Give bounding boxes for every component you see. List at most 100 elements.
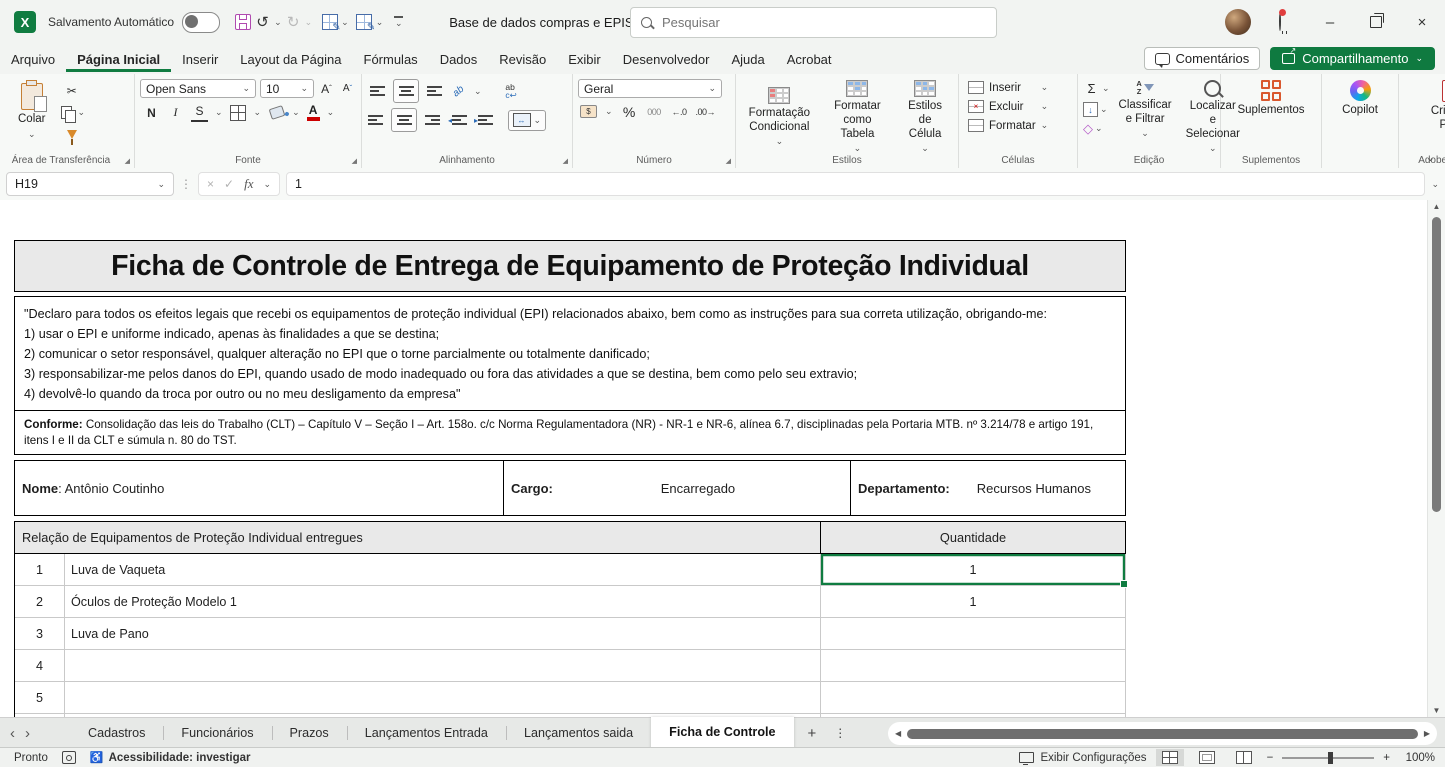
tab-layout-da-pagina[interactable]: Layout da Página (229, 47, 352, 72)
fill-color-button[interactable] (268, 104, 285, 121)
search-box[interactable] (630, 7, 997, 38)
formula-input[interactable]: 1 (286, 172, 1425, 196)
percent-button[interactable]: % (621, 103, 638, 120)
fx-chevron[interactable]: ⌄ (263, 180, 271, 189)
conforme-block[interactable]: Conforme: Consolidação das leis do Traba… (14, 411, 1126, 455)
item-cell[interactable]: Óculos de Proteção Modelo 1 (65, 586, 821, 617)
close-button[interactable]: × (1399, 0, 1445, 44)
sheet-tab-lancamentos-saida[interactable]: Lançamentos saida (506, 718, 651, 748)
copy-button[interactable] (58, 104, 75, 121)
align-top-button[interactable] (369, 83, 386, 100)
font-color-chevron[interactable]: ⌄ (327, 108, 335, 117)
cancel-entry-button[interactable]: × (207, 177, 214, 191)
row-number-cell[interactable]: 5 (15, 682, 65, 713)
quick-borders-button[interactable]: ✎ (321, 14, 338, 31)
number-dialog-launcher[interactable]: ◢ (726, 157, 731, 165)
tab-desenvolvedor[interactable]: Desenvolvedor (612, 47, 721, 72)
accounting-chevron[interactable]: ⌄ (605, 107, 613, 116)
borders-button[interactable] (230, 104, 247, 121)
scroll-left-arrow[interactable]: ◀ (895, 729, 901, 738)
sheet-tab-lancamentos-entrada[interactable]: Lançamentos Entrada (347, 718, 506, 748)
items-header[interactable]: Relação de Equipamentos de Proteção Indi… (15, 522, 820, 553)
zoom-slider[interactable] (1282, 757, 1374, 759)
quick-access-overflow-button[interactable]: ⌄ (394, 16, 403, 27)
vertical-scroll-thumb[interactable] (1432, 217, 1441, 512)
orientation-button[interactable]: ab (450, 83, 467, 100)
cell-styles-button[interactable]: Estilos de Célula ⌄ (897, 79, 953, 154)
increase-indent-button[interactable]: ▸ (474, 112, 493, 129)
maximize-button[interactable] (1353, 0, 1399, 44)
increase-decimal-button[interactable]: ←.0 (671, 103, 688, 120)
underline-chevron[interactable]: ⌄ (215, 108, 223, 117)
nome-cell[interactable]: Nome: Antônio Coutinho (15, 461, 503, 515)
item-cell[interactable] (65, 682, 821, 713)
sheet-tab-ficha-de-controle[interactable]: Ficha de Controle (651, 717, 793, 750)
new-sheet-button[interactable]: + (794, 725, 831, 742)
quantity-cell[interactable]: 1 (821, 586, 1126, 617)
cut-button[interactable]: ✂ (58, 82, 85, 99)
quantity-cell[interactable] (821, 682, 1126, 713)
vertical-scrollbar[interactable]: ▲ ▼ (1427, 200, 1445, 718)
tab-arquivo[interactable]: Arquivo (0, 47, 66, 72)
worksheet[interactable]: Ficha de Controle de Entrega de Equipame… (0, 200, 1428, 718)
clear-button[interactable]: ◇ (1083, 122, 1093, 135)
tab-formulas[interactable]: Fórmulas (353, 47, 429, 72)
number-format-select[interactable]: Geral⌄ (578, 79, 722, 98)
orientation-chevron[interactable]: ⌄ (474, 87, 482, 96)
quick-draw-border-chevron[interactable]: ⌄ (376, 18, 384, 27)
item-cell[interactable] (65, 650, 821, 681)
fill-button[interactable]: ↓ (1083, 102, 1098, 117)
quick-borders-chevron[interactable]: ⌄ (341, 18, 349, 27)
whats-new-button[interactable] (1279, 13, 1281, 31)
font-dialog-launcher[interactable]: ◢ (352, 157, 357, 165)
page-break-view-button[interactable] (1230, 749, 1258, 766)
comma-style-button[interactable]: 000 (646, 103, 663, 120)
decrease-indent-button[interactable]: ◂ (448, 112, 467, 129)
horizontal-scroll-thumb[interactable] (907, 729, 1418, 739)
sheet-tab-prazos[interactable]: Prazos (272, 718, 347, 748)
insert-function-button[interactable]: fx (244, 176, 253, 192)
scroll-up-arrow[interactable]: ▲ (1433, 203, 1441, 211)
undo-button[interactable]: ↺ (254, 14, 271, 31)
underline-button[interactable]: S (191, 103, 208, 122)
increase-font-button[interactable]: Aˆ (318, 80, 335, 97)
quantity-header[interactable]: Quantidade (820, 522, 1125, 553)
row-number-cell[interactable]: 2 (15, 586, 65, 617)
conditional-formatting-button[interactable]: Formatação Condicional ⌄ (741, 86, 818, 148)
delete-cells-button[interactable]: × Excluir ⌄ (968, 100, 1048, 113)
zoom-slider-thumb[interactable] (1328, 752, 1333, 764)
name-box[interactable]: H19 ⌄ (6, 172, 174, 196)
tab-ajuda[interactable]: Ajuda (720, 47, 775, 72)
scroll-down-arrow[interactable]: ▼ (1433, 707, 1441, 715)
row-number-cell[interactable]: 1 (15, 554, 65, 585)
row-number-cell[interactable]: 4 (15, 650, 65, 681)
alignment-dialog-launcher[interactable]: ◢ (563, 157, 568, 165)
item-cell[interactable]: Luva de Vaqueta (65, 554, 821, 585)
paste-button[interactable]: Colar ⌄ (13, 82, 50, 140)
align-center-button[interactable] (391, 108, 417, 132)
sheet-list-button[interactable]: ⋮ (830, 726, 850, 740)
decrease-decimal-button[interactable]: .00→ (696, 103, 716, 120)
accounting-format-button[interactable]: $ (580, 103, 597, 120)
zoom-out-button[interactable]: − (1267, 752, 1274, 764)
quick-draw-border-button[interactable]: ✎ (356, 14, 373, 31)
italic-button[interactable]: I (167, 104, 184, 121)
copilot-button[interactable]: Copilot (1337, 79, 1383, 119)
font-size-select[interactable]: 10⌄ (260, 79, 314, 98)
zoom-level[interactable]: 100% (1399, 752, 1435, 764)
align-middle-button[interactable] (393, 79, 419, 103)
create-pdf-button[interactable]: Crie um PDF (1420, 79, 1445, 134)
comments-button[interactable]: Comentários (1144, 47, 1261, 70)
tab-acrobat[interactable]: Acrobat (776, 47, 843, 72)
autosum-button[interactable]: Σ (1083, 80, 1100, 97)
autosave-toggle[interactable] (182, 12, 220, 33)
search-input[interactable] (660, 14, 986, 31)
addins-button[interactable]: Suplementos (1232, 79, 1309, 118)
quantity-cell-selected[interactable]: 1 (821, 554, 1126, 585)
display-settings-button[interactable]: Exibir Configurações (1019, 752, 1146, 764)
tab-pagina-inicial[interactable]: Página Inicial (66, 47, 171, 72)
tab-inserir[interactable]: Inserir (171, 47, 229, 72)
tab-exibir[interactable]: Exibir (557, 47, 612, 72)
page-layout-view-button[interactable] (1193, 749, 1221, 766)
decrease-font-button[interactable]: Aˇ (339, 80, 356, 97)
